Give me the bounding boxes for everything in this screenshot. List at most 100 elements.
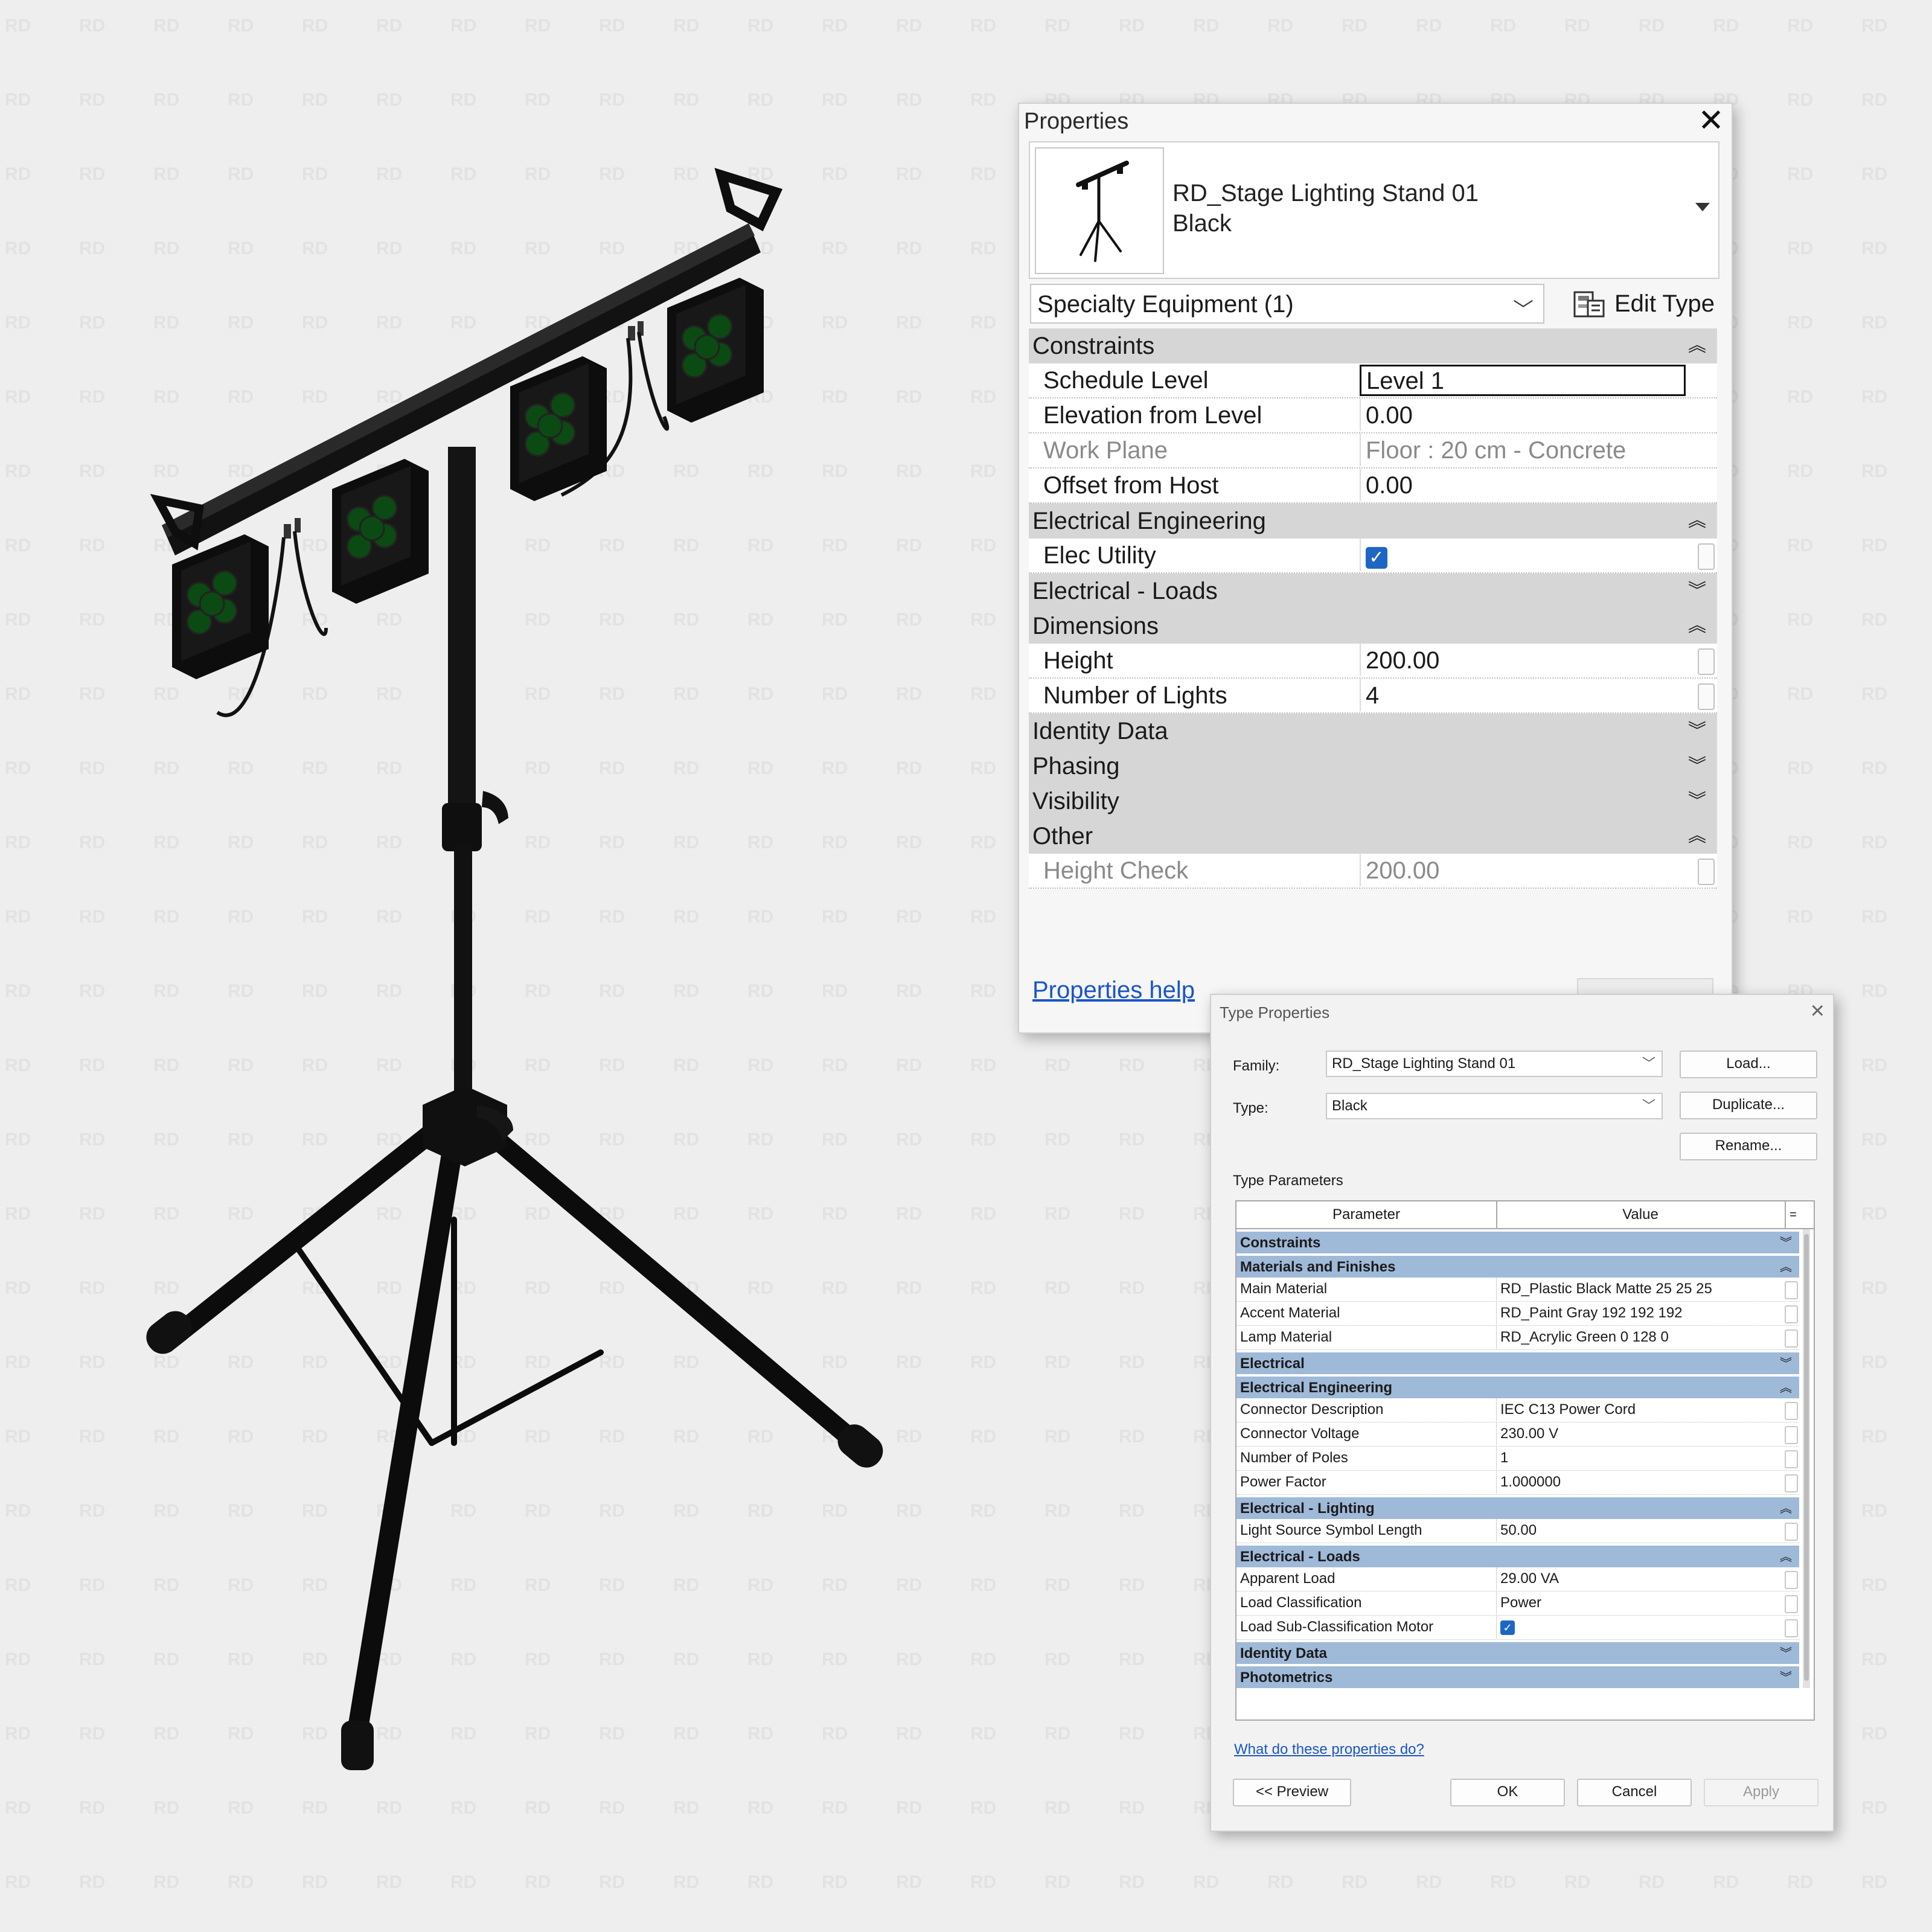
associate-parameter-button[interactable] [1698, 859, 1715, 885]
associate-parameter-button[interactable] [1785, 1305, 1798, 1323]
type-group-header[interactable]: Electrical - Lighting ︽ [1236, 1495, 1799, 1519]
type-parameter-value[interactable]: RD_Paint Gray 192 192 192 [1496, 1302, 1780, 1325]
collapse-icon[interactable]: ︽ [1688, 504, 1706, 539]
group-header[interactable]: Identity Data ︾ [1029, 714, 1717, 749]
type-parameter-value[interactable]: 50.00 [1496, 1519, 1780, 1542]
associate-parameter-button[interactable] [1698, 648, 1715, 675]
type-parameter-value[interactable]: 1 [1496, 1447, 1780, 1470]
cancel-button[interactable]: Cancel [1577, 1779, 1692, 1806]
type-group-header[interactable]: Photometrics ︾ [1236, 1664, 1799, 1688]
expand-icon[interactable]: ︾ [1780, 1352, 1792, 1375]
property-value[interactable]: 0.00 [1360, 398, 1686, 431]
type-dropdown[interactable]: Black ﹀ [1326, 1093, 1663, 1119]
type-parameter-label: Accent Material [1240, 1305, 1340, 1321]
type-value: Black [1332, 1098, 1367, 1114]
collapse-icon[interactable]: ︽ [1780, 1546, 1792, 1569]
properties-help-link[interactable]: Properties help [1032, 977, 1195, 1004]
checkmark-icon[interactable]: ✓ [1366, 547, 1387, 569]
close-icon[interactable]: × [1811, 999, 1825, 1023]
associate-parameter-button[interactable] [1698, 683, 1715, 710]
type-parameters-label: Type Parameters [1233, 1172, 1343, 1189]
collapse-icon[interactable]: ︽ [1688, 609, 1706, 644]
associate-parameter-button[interactable] [1785, 1595, 1798, 1613]
property-checkbox[interactable]: ✓ [1360, 539, 1686, 571]
checkmark-icon[interactable]: ✓ [1500, 1620, 1515, 1635]
associate-parameter-button[interactable] [1785, 1329, 1798, 1348]
duplicate-button[interactable]: Duplicate... [1680, 1092, 1817, 1119]
property-value[interactable]: Level 1 [1360, 365, 1686, 396]
type-group-header[interactable]: Electrical Engineering ︽ [1236, 1374, 1799, 1398]
associate-parameter-button[interactable] [1785, 1619, 1798, 1637]
family-value: RD_Stage Lighting Stand 01 [1332, 1055, 1516, 1072]
stage-lighting-stand-model[interactable] [0, 0, 966, 1932]
scrollbar[interactable] [1803, 1229, 1810, 1688]
column-header-equals[interactable]: = [1785, 1201, 1800, 1228]
type-group-header[interactable]: Electrical ︾ [1236, 1350, 1799, 1374]
type-parameter-value[interactable]: 1.000000 [1496, 1471, 1780, 1494]
type-parameter-value[interactable]: Power [1496, 1591, 1780, 1614]
collapse-icon[interactable]: ︽ [1780, 1497, 1792, 1520]
rename-button[interactable]: Rename... [1680, 1133, 1817, 1160]
expand-icon[interactable]: ︾ [1688, 749, 1706, 784]
expand-icon[interactable]: ︾ [1688, 714, 1706, 749]
group-header[interactable]: Visibility ︾ [1029, 784, 1717, 819]
type-group-label: Identity Data [1240, 1645, 1328, 1662]
associate-parameter-button[interactable] [1785, 1474, 1798, 1492]
ok-button[interactable]: OK [1450, 1779, 1565, 1806]
group-header[interactable]: Phasing ︾ [1029, 749, 1717, 784]
type-group-header[interactable]: Identity Data ︾ [1236, 1640, 1799, 1664]
preview-button[interactable]: << Preview [1233, 1779, 1351, 1806]
caret-down-icon[interactable] [1695, 203, 1710, 211]
associate-parameter-button[interactable] [1698, 543, 1715, 570]
type-group-header[interactable]: Constraints ︾ [1236, 1229, 1799, 1253]
property-value: Floor : 20 cm - Concrete [1360, 433, 1686, 466]
what-do-these-properties-do-link[interactable]: What do these properties do? [1234, 1741, 1424, 1758]
expand-icon[interactable]: ︾ [1688, 574, 1706, 609]
type-group-header[interactable]: Electrical - Loads ︽ [1236, 1543, 1799, 1567]
collapse-icon[interactable]: ︽ [1780, 1256, 1792, 1279]
expand-icon[interactable]: ︾ [1780, 1666, 1792, 1689]
group-header[interactable]: Other ︽ [1029, 819, 1717, 854]
group-header[interactable]: Electrical Engineering ︽ [1029, 504, 1717, 539]
family-dropdown[interactable]: RD_Stage Lighting Stand 01 ﹀ [1326, 1051, 1663, 1077]
lamp-head-1 [172, 534, 269, 679]
category-filter[interactable]: Specialty Equipment (1) ﹀ [1030, 284, 1544, 324]
chevron-down-icon: ﹀ [1642, 1056, 1655, 1071]
associate-parameter-button[interactable] [1785, 1426, 1798, 1444]
close-icon[interactable]: ✕ [1697, 105, 1726, 136]
associate-parameter-button[interactable] [1785, 1402, 1798, 1420]
property-value[interactable]: 200.00 [1360, 644, 1686, 676]
associate-parameter-button[interactable] [1785, 1571, 1798, 1589]
type-parameter-value[interactable]: RD_Acrylic Green 0 128 0 [1496, 1326, 1780, 1349]
collapse-icon[interactable]: ︽ [1688, 328, 1706, 363]
type-selector[interactable]: RD_Stage Lighting Stand 01 Black [1029, 141, 1719, 279]
type-parameter-value[interactable]: 29.00 VA [1496, 1567, 1780, 1590]
type-parameter-label: Apparent Load [1240, 1570, 1335, 1587]
associate-parameter-button[interactable] [1785, 1281, 1798, 1299]
collapse-icon[interactable]: ︽ [1688, 819, 1706, 854]
associate-parameter-button[interactable] [1785, 1523, 1798, 1541]
type-parameter-value[interactable]: IEC C13 Power Cord [1496, 1398, 1780, 1421]
type-parameter-value[interactable]: 230.00 V [1496, 1422, 1780, 1445]
load-button[interactable]: Load... [1680, 1051, 1817, 1078]
expand-icon[interactable]: ︾ [1688, 784, 1706, 819]
property-value[interactable]: 4 [1360, 679, 1686, 711]
type-group-label: Electrical - Lighting [1240, 1500, 1375, 1517]
column-header-parameter[interactable]: Parameter [1236, 1201, 1497, 1228]
type-group-header[interactable]: Materials and Finishes ︽ [1236, 1253, 1799, 1278]
scrollbar-thumb[interactable] [1804, 1234, 1809, 1681]
expand-icon[interactable]: ︾ [1780, 1232, 1792, 1255]
group-header[interactable]: Constraints ︽ [1029, 328, 1717, 363]
type-parameter-value[interactable]: RD_Plastic Black Matte 25 25 25 [1496, 1278, 1780, 1300]
collapse-icon[interactable]: ︽ [1780, 1377, 1792, 1399]
group-header[interactable]: Electrical - Loads ︾ [1029, 574, 1717, 609]
property-label: Work Plane [1043, 437, 1168, 464]
type-parameter-checkbox[interactable]: ✓ [1496, 1616, 1780, 1639]
type-group-label: Electrical - Loads [1240, 1549, 1360, 1565]
associate-parameter-button[interactable] [1785, 1450, 1798, 1468]
group-header[interactable]: Dimensions ︽ [1029, 609, 1717, 644]
apply-button[interactable]: Apply [1704, 1779, 1818, 1806]
property-value[interactable]: 0.00 [1360, 469, 1686, 501]
expand-icon[interactable]: ︾ [1780, 1642, 1792, 1665]
column-header-value[interactable]: Value [1496, 1201, 1785, 1228]
